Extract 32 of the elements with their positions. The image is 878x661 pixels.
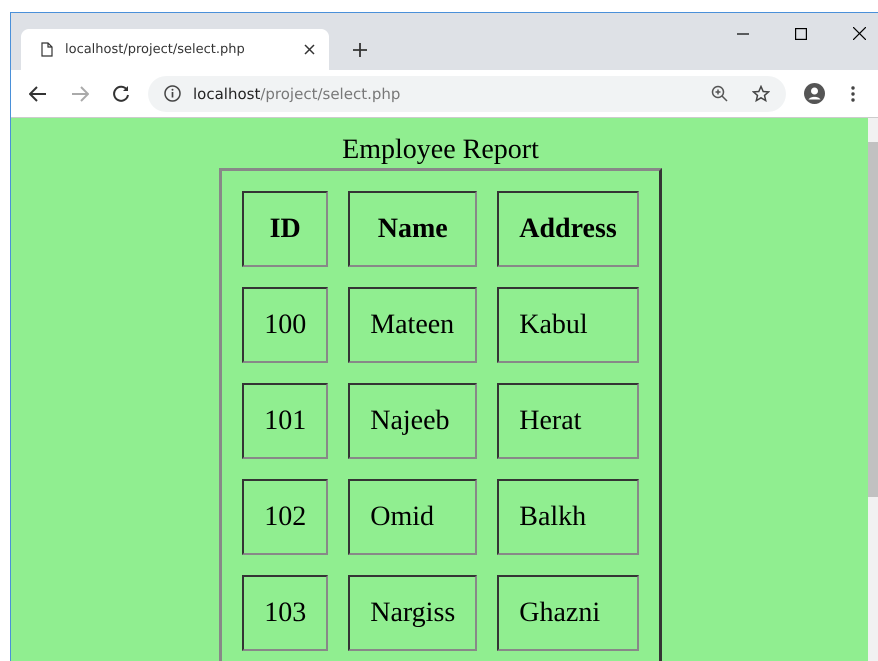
column-header: Name xyxy=(348,191,478,267)
table-cell: 101 xyxy=(242,383,328,459)
table-cell: Mateen xyxy=(348,287,478,363)
maximize-icon[interactable] xyxy=(795,28,807,40)
table-cell: Nargiss xyxy=(348,575,478,651)
close-icon[interactable] xyxy=(853,27,866,40)
table-cell: 103 xyxy=(242,575,328,651)
table-cell: Balkh xyxy=(497,479,639,555)
column-header: ID xyxy=(242,191,328,267)
close-icon[interactable] xyxy=(304,44,315,55)
table-cell: 102 xyxy=(242,479,328,555)
scrollbar[interactable] xyxy=(868,118,878,661)
account-icon[interactable] xyxy=(804,83,825,104)
info-icon xyxy=(164,85,181,102)
zoom-icon[interactable] xyxy=(711,85,728,102)
table-caption: Employee Report xyxy=(341,133,540,167)
menu-icon[interactable] xyxy=(851,86,855,102)
table-cell: Najeeb xyxy=(348,383,478,459)
table-cell: Herat xyxy=(497,383,639,459)
table-cell: Omid xyxy=(348,479,478,555)
table-cell: Ghazni xyxy=(497,575,639,651)
star-icon[interactable] xyxy=(752,84,770,102)
page-icon xyxy=(41,42,53,57)
table-cell: 100 xyxy=(242,287,328,363)
reload-icon[interactable] xyxy=(113,85,130,102)
address-field[interactable]: localhost/project/select.php xyxy=(148,76,786,112)
new-tab-icon[interactable] xyxy=(353,43,367,57)
browser-tab[interactable]: localhost/project/select.php xyxy=(21,29,329,70)
column-header: Address xyxy=(497,191,639,267)
tab-title: localhost/project/select.php xyxy=(65,42,246,57)
table-cell: Kabul xyxy=(497,287,639,363)
back-arrow-icon[interactable] xyxy=(29,86,47,102)
